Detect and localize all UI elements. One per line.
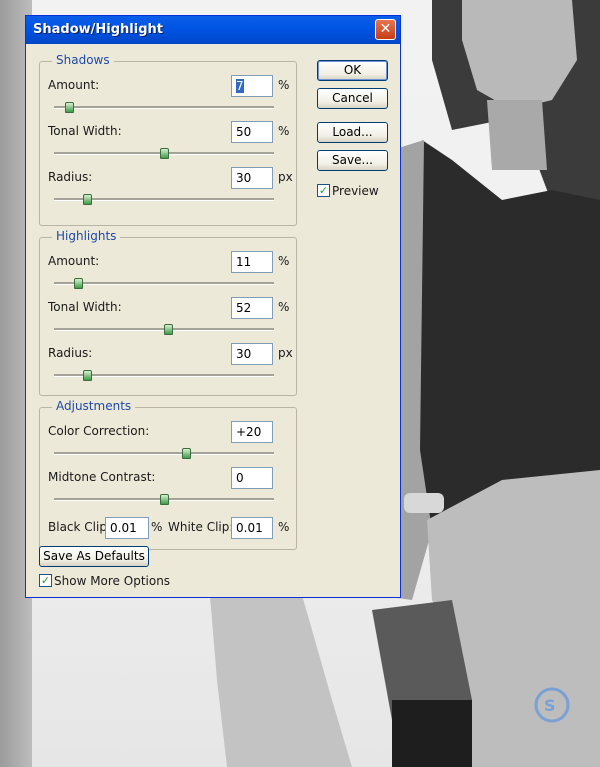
black-clip-label: Black Clip: [48, 520, 111, 534]
shadows-radius-slider-thumb[interactable] [83, 194, 92, 205]
shadows-radius-input[interactable]: 30 [231, 167, 273, 189]
highlights-radius-unit: px [278, 346, 293, 360]
cancel-button[interactable]: Cancel [317, 88, 388, 109]
midtone-contrast-slider[interactable] [54, 494, 274, 505]
white-clip-input[interactable]: 0.01 [231, 517, 273, 539]
shadows-amount-unit: % [278, 78, 290, 92]
midtone-contrast-slider-thumb[interactable] [160, 494, 169, 505]
preview-checkbox[interactable]: ✓ [317, 184, 330, 197]
color-correction-slider[interactable] [54, 448, 274, 459]
highlights-tonal-width-label: Tonal Width: [48, 300, 122, 314]
shadows-tonal-width-label: Tonal Width: [48, 124, 122, 138]
dialog-titlebar[interactable]: Shadow/Highlight ✕ [26, 16, 400, 44]
midtone-contrast-label: Midtone Contrast: [48, 470, 156, 484]
color-correction-slider-thumb[interactable] [182, 448, 191, 459]
highlights-radius-label: Radius: [48, 346, 93, 360]
highlights-tonal-width-slider-thumb[interactable] [164, 324, 173, 335]
show-more-options-checkbox[interactable]: ✓ [39, 574, 52, 587]
color-correction-input[interactable]: +20 [231, 421, 273, 443]
highlights-radius-input[interactable]: 30 [231, 343, 273, 365]
preview-label[interactable]: Preview [332, 184, 379, 198]
close-button[interactable]: ✕ [375, 19, 396, 40]
highlights-amount-label: Amount: [48, 254, 100, 268]
shadows-radius-unit: px [278, 170, 293, 184]
highlights-radius-slider[interactable] [54, 370, 274, 381]
shadows-tonal-width-slider-thumb[interactable] [160, 148, 169, 159]
black-clip-input[interactable]: 0.01 [105, 517, 149, 539]
midtone-contrast-input[interactable]: 0 [231, 467, 273, 489]
shadows-amount-label: Amount: [48, 78, 100, 92]
shadows-group-title: Shadows [52, 53, 114, 67]
adjustments-group: Adjustments Color Correction: +20 Midton… [39, 399, 297, 550]
highlights-amount-unit: % [278, 254, 290, 268]
shadows-group: Shadows Amount: 7 % Tonal Width: 50 % Ra… [39, 53, 297, 226]
checkmark-icon: ✓ [40, 574, 51, 587]
highlights-group-title: Highlights [52, 229, 121, 243]
highlights-tonal-width-slider[interactable] [54, 324, 274, 335]
shadows-amount-input[interactable]: 7 [231, 75, 273, 97]
shadows-tonal-width-unit: % [278, 124, 290, 138]
load-button[interactable]: Load... [317, 122, 388, 143]
save-as-defaults-button[interactable]: Save As Defaults [39, 546, 149, 567]
color-correction-label: Color Correction: [48, 424, 150, 438]
highlights-group: Highlights Amount: 11 % Tonal Width: 52 … [39, 229, 297, 396]
shadows-amount-slider[interactable] [54, 102, 274, 113]
highlights-tonal-width-unit: % [278, 300, 290, 314]
checkmark-icon: ✓ [318, 184, 329, 197]
black-clip-unit: % [151, 520, 163, 534]
highlights-amount-input[interactable]: 11 [231, 251, 273, 273]
shadows-tonal-width-input[interactable]: 50 [231, 121, 273, 143]
shadows-radius-label: Radius: [48, 170, 93, 184]
show-more-options-label[interactable]: Show More Options [54, 574, 170, 588]
highlights-amount-slider-thumb[interactable] [74, 278, 83, 289]
close-icon: ✕ [379, 21, 392, 37]
white-clip-label: White Clip: [168, 520, 234, 534]
adjustments-group-title: Adjustments [52, 399, 136, 413]
highlights-amount-slider[interactable] [54, 278, 274, 289]
shadow-highlight-dialog: Shadow/Highlight ✕ Shadows Amount: 7 % T… [25, 15, 401, 598]
save-button[interactable]: Save... [317, 150, 388, 171]
dialog-title: Shadow/Highlight [33, 22, 163, 37]
highlights-tonal-width-input[interactable]: 52 [231, 297, 273, 319]
white-clip-unit: % [278, 520, 290, 534]
svg-text:S: S [544, 696, 556, 715]
shadows-radius-slider[interactable] [54, 194, 274, 205]
highlights-radius-slider-thumb[interactable] [83, 370, 92, 381]
shadows-tonal-width-slider[interactable] [54, 148, 274, 159]
ok-button[interactable]: OK [317, 60, 388, 81]
shadows-amount-slider-thumb[interactable] [65, 102, 74, 113]
